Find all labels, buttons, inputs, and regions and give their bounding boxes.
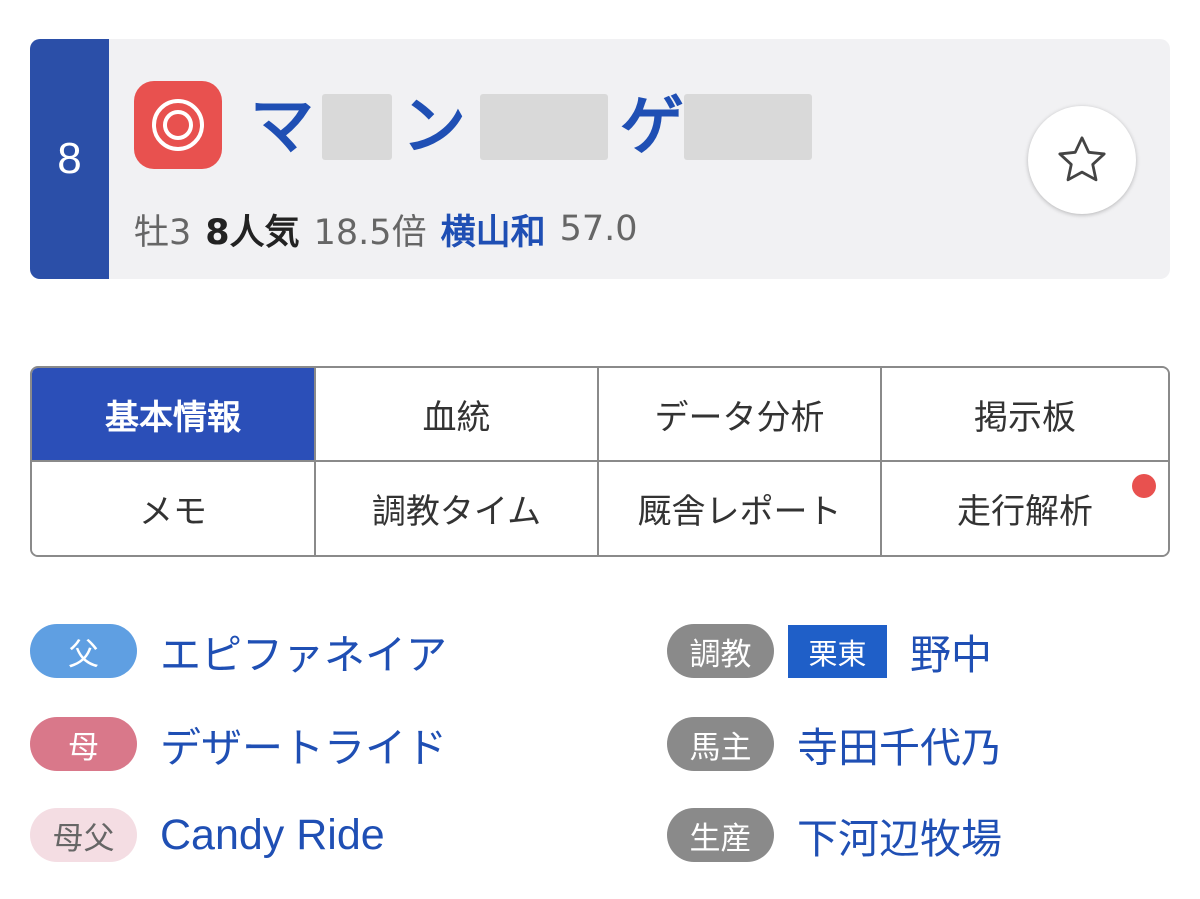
trainer-badge: 調教 (667, 624, 774, 678)
favorite-button[interactable] (1028, 106, 1136, 214)
tab-grid: 基本情報 血統 データ分析 掲示板 メモ 調教タイム 厩舎レポート 走行解析 (30, 366, 1170, 557)
horse-card: 8 マ ン ゲ 牡3 8人気 18.5倍 横山和 57.0 (30, 39, 1170, 279)
dam-link[interactable]: デザートライド (160, 717, 447, 772)
horse-name[interactable]: マ ン ゲ (250, 87, 812, 167)
owner-badge: 馬主 (667, 717, 774, 771)
horse-name-char: ン (402, 90, 466, 164)
horse-summary: 牡3 8人気 18.5倍 横山和 57.0 (134, 204, 652, 254)
notification-dot (1132, 474, 1156, 498)
post-number: 8 (30, 39, 109, 279)
jockey-link[interactable]: 横山和 (441, 204, 546, 255)
breeder-link[interactable]: 下河辺牧場 (797, 808, 1002, 863)
horse-name-char: マ (250, 90, 314, 164)
tab-basic-info[interactable]: 基本情報 (32, 368, 316, 462)
masked-text (480, 94, 608, 160)
tab-running-analysis[interactable]: 走行解析 (882, 462, 1168, 555)
owner-link[interactable]: 寺田千代乃 (797, 717, 1002, 772)
damsire-badge: 母父 (30, 808, 137, 862)
star-icon (1058, 136, 1106, 182)
dam-badge: 母 (30, 717, 137, 771)
tab-bulletin-board[interactable]: 掲示板 (882, 368, 1168, 462)
masked-text (684, 94, 812, 160)
carried-weight: 57.0 (559, 209, 638, 249)
trainer-link[interactable]: 野中 (910, 624, 992, 679)
horse-name-char: ゲ (620, 90, 684, 164)
sire-link[interactable]: エピファネイア (160, 624, 447, 679)
popularity: 8人気 (205, 212, 300, 253)
double-circle-icon (134, 81, 222, 169)
tab-stable-report[interactable]: 厩舎レポート (599, 462, 882, 555)
region-tag: 栗東 (788, 625, 887, 678)
breeder-badge: 生産 (667, 808, 774, 862)
tab-running-analysis-label: 走行解析 (957, 492, 1093, 532)
tab-memo[interactable]: メモ (32, 462, 316, 555)
sire-badge: 父 (30, 624, 137, 678)
sex-age: 牡3 (134, 212, 192, 253)
tab-pedigree[interactable]: 血統 (316, 368, 599, 462)
tab-workout-times[interactable]: 調教タイム (316, 462, 599, 555)
masked-text (322, 94, 392, 160)
tab-data-analysis[interactable]: データ分析 (599, 368, 882, 462)
odds: 18.5倍 (313, 212, 427, 253)
damsire-link[interactable]: Candy Ride (160, 808, 385, 862)
